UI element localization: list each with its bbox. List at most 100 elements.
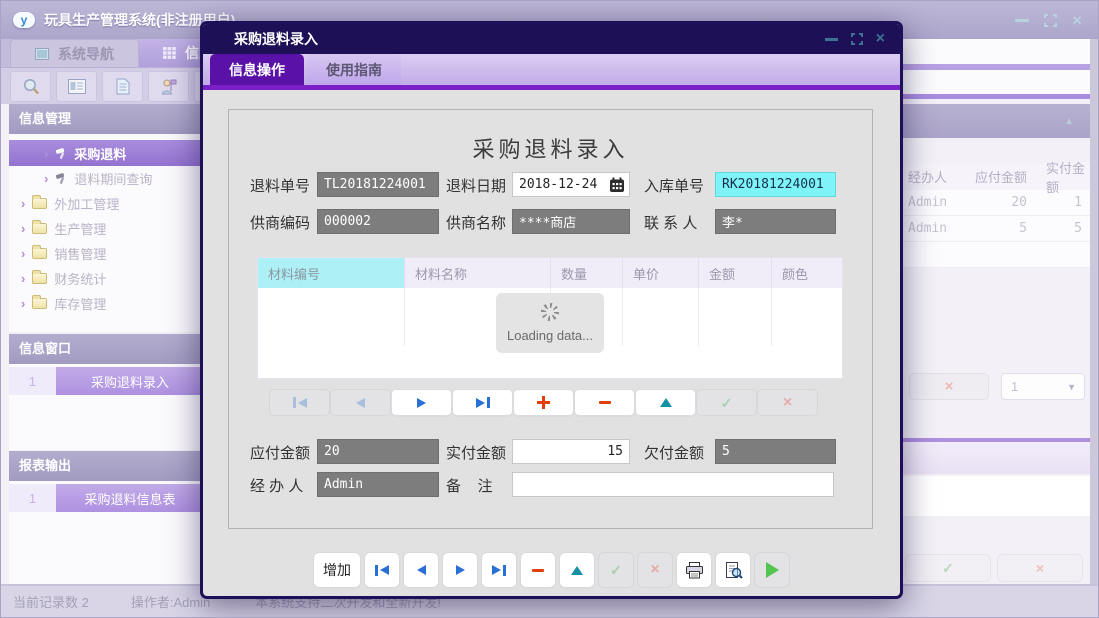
prev-icon bbox=[417, 565, 426, 575]
maximize-icon[interactable] bbox=[851, 33, 863, 45]
add-button-label: 增加 bbox=[323, 560, 351, 580]
cancel-button[interactable]: × bbox=[638, 553, 672, 587]
inbound-no-field[interactable]: RK20181224001 bbox=[715, 172, 836, 197]
nav-last-button[interactable] bbox=[482, 553, 516, 587]
panel-band bbox=[899, 442, 1092, 474]
grid-cancel-button[interactable]: × bbox=[758, 390, 817, 415]
form-row: 应付金额 20 实付金额 欠付金额 5 bbox=[229, 439, 872, 465]
grid-column-header[interactable]: 单价 bbox=[623, 258, 699, 288]
content-strip bbox=[899, 39, 1092, 64]
section-header-report-output[interactable]: 报表输出 bbox=[9, 451, 204, 481]
edit-button[interactable] bbox=[560, 553, 594, 587]
edit-icon bbox=[660, 398, 672, 407]
cell-payable: 5 bbox=[957, 221, 1037, 236]
maximize-icon[interactable] bbox=[1044, 14, 1057, 27]
column-header: 实付金额 bbox=[1037, 158, 1092, 196]
table-row[interactable]: Admin 5 5 bbox=[899, 216, 1092, 242]
info-window-item[interactable]: 1 采购退料录入 bbox=[9, 367, 204, 395]
remark-input[interactable] bbox=[512, 472, 834, 497]
first-icon bbox=[380, 565, 389, 575]
field-label: 联 系 人 bbox=[644, 209, 697, 235]
grid-nav-first-button[interactable] bbox=[270, 390, 329, 415]
nav-next-button[interactable] bbox=[443, 553, 477, 587]
delete-button[interactable] bbox=[521, 553, 555, 587]
post-button[interactable]: ✓ bbox=[599, 553, 633, 587]
add-button[interactable]: 增加 bbox=[314, 553, 360, 587]
return-date-field[interactable]: 2018-12-24 bbox=[512, 172, 630, 197]
background-cancel-button[interactable]: × bbox=[997, 554, 1083, 582]
folder-icon bbox=[32, 223, 47, 234]
field-label: 应付金额 bbox=[250, 439, 310, 465]
sidebar-item-sales[interactable]: › 销售管理 bbox=[9, 241, 204, 266]
sidebar-item-production[interactable]: › 生产管理 bbox=[9, 216, 204, 241]
user-button[interactable] bbox=[148, 71, 189, 102]
grid-nav-next-button[interactable] bbox=[392, 390, 451, 415]
print-preview-button[interactable] bbox=[716, 553, 750, 587]
sidebar-item-inventory[interactable]: › 库存管理 bbox=[9, 291, 204, 316]
search-icon bbox=[22, 78, 40, 95]
grid-column-divider bbox=[622, 288, 623, 346]
grid-column-header[interactable]: 材料编号 bbox=[258, 258, 405, 288]
last-icon bbox=[492, 565, 501, 575]
grid-insert-button[interactable] bbox=[514, 390, 573, 415]
grid-column-header[interactable]: 数量 bbox=[551, 258, 623, 288]
tab-user-guide[interactable]: 使用指南 bbox=[307, 54, 401, 85]
sidebar-item-label: 财务统计 bbox=[54, 269, 106, 288]
document-button[interactable] bbox=[102, 71, 143, 102]
tab-system-navigation[interactable]: 系统导航 bbox=[10, 39, 139, 67]
calendar-icon[interactable] bbox=[609, 177, 625, 193]
loading-indicator: Loading data... bbox=[496, 293, 604, 353]
minimize-icon[interactable] bbox=[1015, 19, 1029, 22]
section-header-info-management[interactable]: 信息管理 bbox=[9, 104, 204, 134]
nav-first-button[interactable] bbox=[365, 553, 399, 587]
grid-nav-prev-button[interactable] bbox=[331, 390, 390, 415]
print-button[interactable] bbox=[677, 553, 711, 587]
close-icon[interactable]: × bbox=[876, 31, 885, 47]
app-logo-icon: y bbox=[13, 12, 35, 28]
search-button[interactable] bbox=[10, 71, 51, 102]
next-icon bbox=[417, 398, 426, 408]
operator-field: Admin bbox=[317, 472, 439, 497]
sidebar-item-finance[interactable]: › 财务统计 bbox=[9, 266, 204, 291]
form-title: 采购退料录入 bbox=[229, 132, 872, 164]
report-output-item[interactable]: 1 采购退料信息表 bbox=[9, 484, 204, 512]
section-header-info-window[interactable]: 信息窗口 bbox=[9, 334, 204, 364]
page-size-dropdown[interactable]: 1 ▼ bbox=[1001, 373, 1085, 400]
sidebar-item-outsourcing[interactable]: › 外加工管理 bbox=[9, 191, 204, 216]
cell-operator: Admin bbox=[899, 195, 957, 210]
close-icon[interactable]: × bbox=[1072, 12, 1082, 29]
grid-post-button[interactable]: ✓ bbox=[697, 390, 756, 415]
sidebar-item-purchase-return[interactable]: › 采购退料 bbox=[9, 140, 204, 166]
background-cancel-button[interactable]: × bbox=[909, 373, 989, 400]
grid-column-header[interactable]: 颜色 bbox=[772, 258, 842, 288]
contact-field: 李* bbox=[715, 209, 836, 234]
dialog-tab-bar: 信息操作 使用指南 bbox=[203, 54, 900, 85]
paid-amount-input[interactable] bbox=[512, 439, 630, 464]
grid-edit-button[interactable] bbox=[636, 390, 695, 415]
tree-arrow-icon: › bbox=[21, 271, 25, 286]
sidebar-item-return-period-query[interactable]: › 退料期间查询 bbox=[9, 166, 204, 191]
bar bbox=[293, 397, 296, 408]
run-button[interactable] bbox=[755, 553, 789, 587]
printer-icon bbox=[685, 562, 704, 579]
background-confirm-button[interactable]: ✓ bbox=[905, 554, 991, 582]
supplier-code-field: 000002 bbox=[317, 209, 439, 234]
tab-information-operation[interactable]: 信息操作 bbox=[210, 54, 304, 85]
sidebar-info-management: 信息管理 › 采购退料 › 退料期间查询 › 外加工管理 › 生产管理 bbox=[9, 104, 204, 332]
minimize-icon[interactable] bbox=[825, 38, 838, 41]
cell-payable: 20 bbox=[957, 195, 1037, 210]
tree-arrow-icon: › bbox=[21, 246, 25, 261]
content-strip bbox=[899, 476, 1092, 516]
grid-nav-last-button[interactable] bbox=[453, 390, 512, 415]
minus-icon bbox=[599, 401, 611, 404]
grid-column-header[interactable]: 金额 bbox=[699, 258, 772, 288]
report-button[interactable] bbox=[56, 71, 97, 102]
right-scroll-strip[interactable] bbox=[1090, 39, 1098, 586]
cell-paid: 1 bbox=[1037, 195, 1092, 210]
spinner-icon bbox=[541, 303, 559, 321]
grid-delete-button[interactable] bbox=[575, 390, 634, 415]
nav-prev-button[interactable] bbox=[404, 553, 438, 587]
collapse-icon[interactable]: ▲ bbox=[1064, 116, 1074, 127]
field-label: 欠付金额 bbox=[644, 439, 704, 465]
grid-column-header[interactable]: 材料名称 bbox=[405, 258, 551, 288]
